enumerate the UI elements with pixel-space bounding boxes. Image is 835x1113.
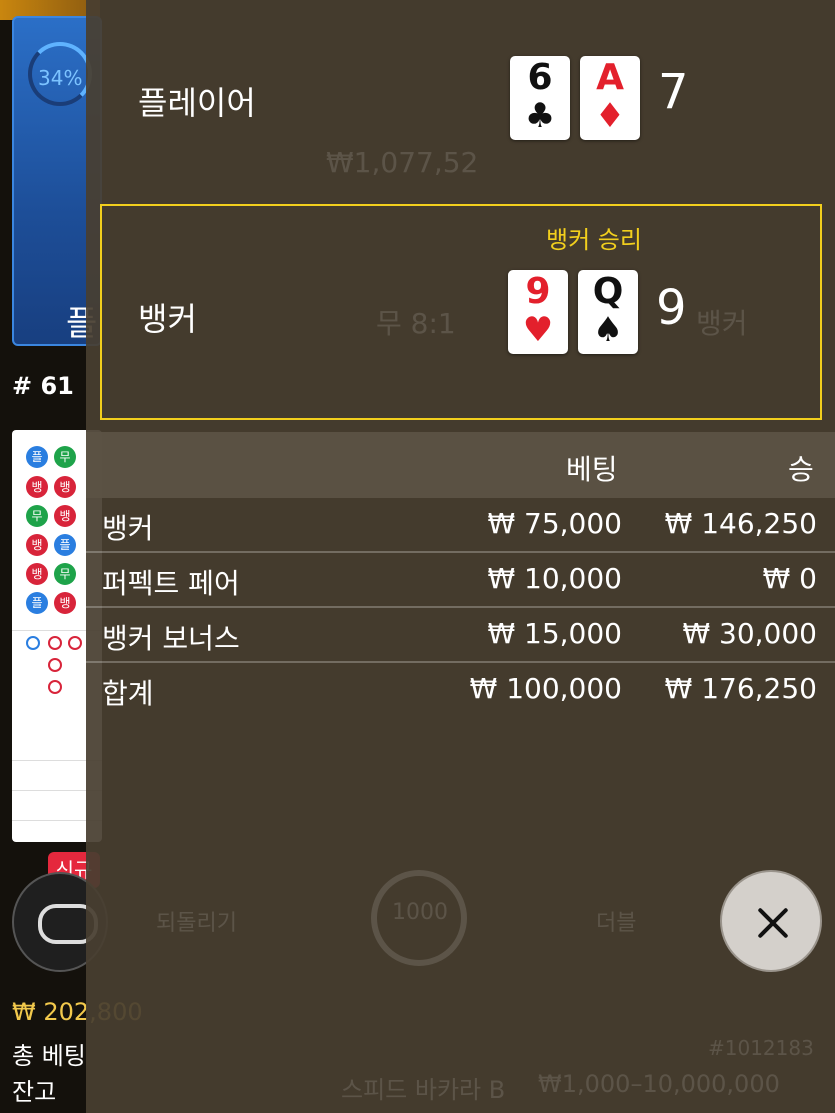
table-row: 뱅커 보너스 ₩ 15,000 ₩ 30,000	[86, 608, 835, 663]
diamond-icon: ♦	[594, 96, 626, 136]
banker-win-label: 뱅커 승리	[546, 226, 642, 254]
win-amount: ₩ 30,000	[682, 617, 817, 650]
banker-card-2: Q ♠	[578, 270, 638, 354]
heart-icon: ♥	[522, 310, 554, 350]
faded-pot: ₩1,077,52	[326, 146, 479, 179]
banker-winner-box	[100, 204, 822, 420]
faded-table-name: 스피드 바카라 B	[341, 1076, 506, 1104]
win-amount: ₩ 0	[762, 562, 817, 595]
banker-label: 뱅커	[138, 300, 197, 338]
table-total-row: 합계 ₩ 100,000 ₩ 176,250	[86, 663, 835, 718]
total-bet-label: 총 베팅	[12, 1042, 86, 1070]
stats-percent: 34%	[38, 66, 83, 90]
close-x-icon[interactable]	[720, 870, 822, 972]
player-card-2: A ♦	[580, 56, 640, 140]
player-label: 플레이어	[138, 84, 256, 122]
win-column-header: 승	[788, 453, 814, 486]
total-bet-amount: ₩ 100,000	[469, 672, 622, 705]
win-amount: ₩ 146,250	[664, 507, 817, 540]
remaining-label: 잔고	[12, 1078, 57, 1106]
bet-column-header: 베팅	[566, 453, 618, 486]
card-rank: 9	[525, 271, 551, 312]
banker-card-1: 9 ♥	[508, 270, 568, 354]
player-card-1: 6 ♣	[510, 56, 570, 140]
banker-total: 9	[656, 280, 687, 336]
spade-icon: ♠	[592, 310, 624, 350]
card-rank: A	[596, 57, 624, 98]
total-win-amount: ₩ 176,250	[664, 672, 817, 705]
bet-amount: ₩ 15,000	[487, 617, 622, 650]
bet-name: 뱅커	[102, 512, 154, 545]
bet-name: 뱅커 보너스	[102, 622, 240, 655]
bet-name: 퍼펙트 페어	[102, 567, 240, 600]
card-rank: 6	[527, 57, 553, 98]
table-row: 퍼펙트 페어 ₩ 10,000 ₩ 0	[86, 553, 835, 608]
bets-table-header	[86, 432, 835, 498]
total-label: 합계	[102, 677, 154, 710]
faded-table-limits: ₩1,000–10,000,000	[538, 1070, 780, 1098]
faded-undo: 되돌리기	[156, 911, 237, 936]
player-total: 7	[658, 64, 689, 120]
bet-amount: ₩ 75,000	[487, 507, 622, 540]
card-rank: Q	[592, 271, 624, 312]
round-result-overlay: ₩1,077,52 무 8:1 뱅커 1000 되돌리기 더블 스피드 바카라 …	[86, 0, 835, 1113]
bet-amount: ₩ 10,000	[487, 562, 622, 595]
round-number: # 61	[12, 372, 74, 400]
faded-double: 더블	[596, 911, 637, 936]
faded-table-id: #1012183	[708, 1036, 814, 1060]
club-icon: ♣	[524, 96, 556, 136]
faded-chip-value: 1000	[392, 900, 448, 925]
table-row: 뱅커 ₩ 75,000 ₩ 146,250	[86, 498, 835, 553]
